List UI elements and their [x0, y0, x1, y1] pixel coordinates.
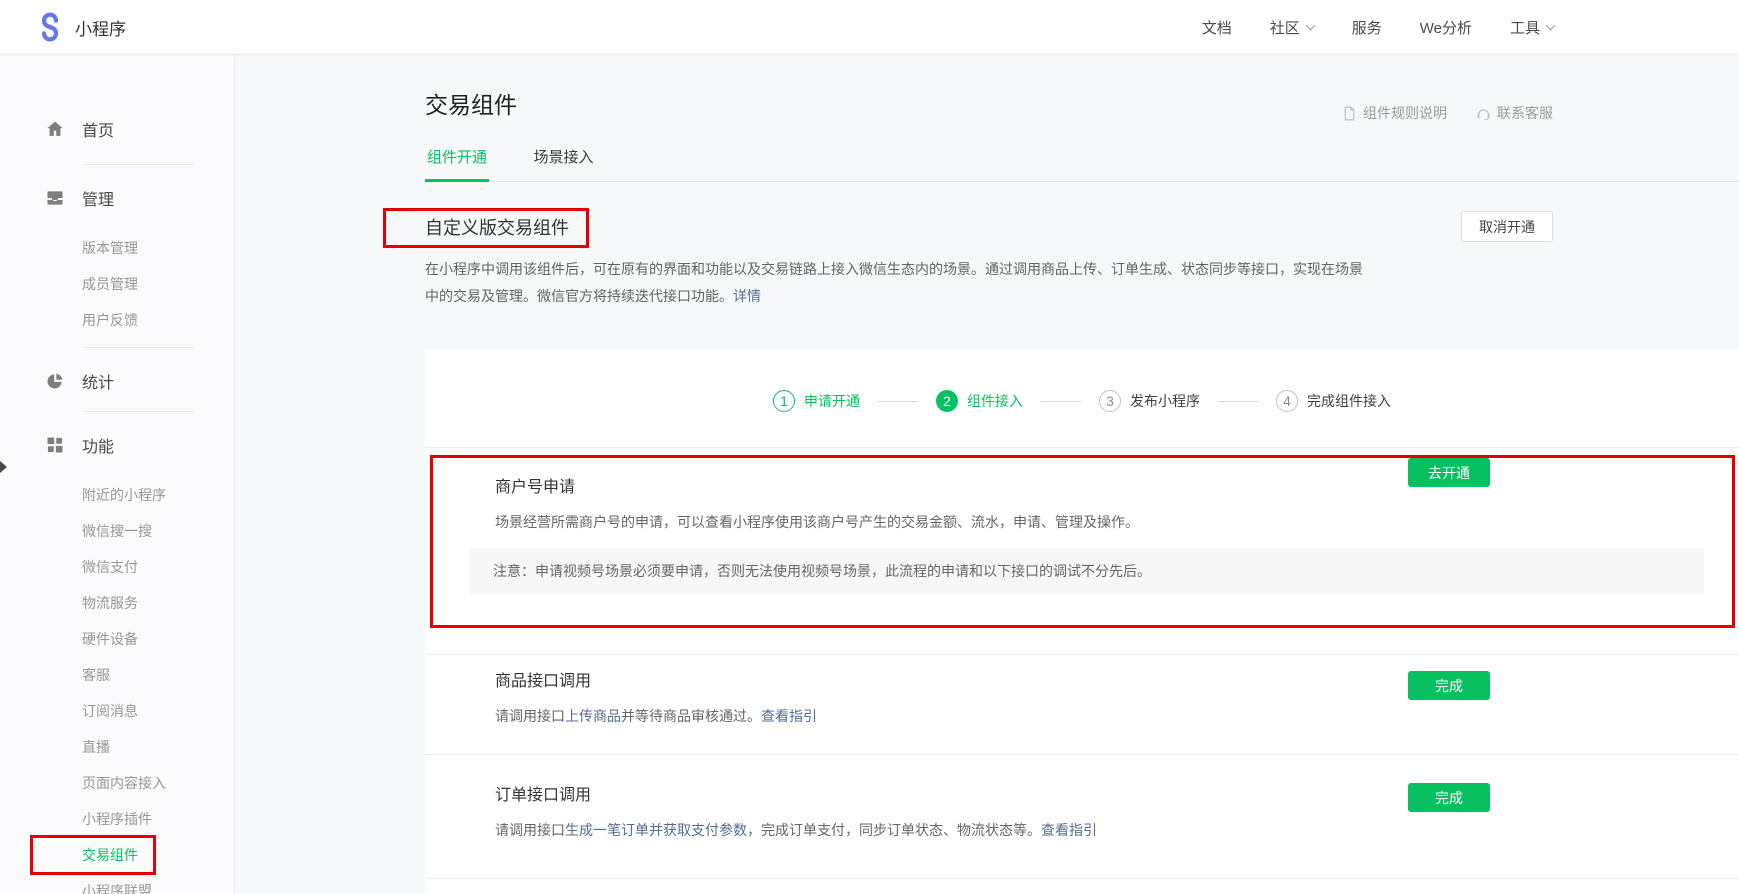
sidebar-item-page-content-access[interactable]: 页面内容接入 [0, 765, 234, 801]
order-api-title: 订单接口调用 [495, 785, 1739, 807]
annotation-box-title: 自定义版交易组件 [383, 208, 589, 248]
sidebar-item-subscribe-messages[interactable]: 订阅消息 [0, 693, 234, 729]
sidebar-item-miniprogram-alliance[interactable]: 小程序联盟 [0, 873, 234, 894]
brand[interactable]: 小程序 [35, 12, 126, 42]
step-2-circle: 2 [936, 390, 958, 412]
activate-merchant-button[interactable]: 去开通 [1408, 458, 1490, 487]
sidebar-collapse-arrow-icon[interactable] [0, 461, 7, 473]
miniprogram-logo-icon [35, 12, 65, 42]
sidebar-item-transaction-component[interactable]: 交易组件 [82, 846, 138, 864]
view-guide-link[interactable]: 查看指引 [1041, 822, 1097, 838]
contact-support-link[interactable]: 联系客服 [1475, 103, 1553, 123]
intro-description: 在小程序中调用该组件后，可在原有的界面和功能以及交易链路上接入微信生态内的场景。… [425, 256, 1373, 310]
product-api-description: 请调用接口上传商品并等待商品审核通过。查看指引 [495, 706, 1739, 726]
sidebar-item-features[interactable]: 功能 [0, 425, 234, 465]
headset-icon [1475, 105, 1492, 122]
step-component-access: 2 组件接入 [936, 390, 1023, 412]
tray-icon [45, 188, 65, 208]
nav-docs[interactable]: 文档 [1202, 17, 1232, 38]
stepper: 1 申请开通 2 组件接入 3 发布小程序 4 [425, 350, 1739, 447]
sidebar-item-version-management[interactable]: 版本管理 [0, 230, 234, 266]
home-icon [45, 119, 65, 139]
sidebar-item-logistics-service[interactable]: 物流服务 [0, 585, 234, 621]
nav-services[interactable]: 服务 [1352, 17, 1382, 38]
sidebar-item-nearby-miniprograms[interactable]: 附近的小程序 [0, 477, 234, 513]
app-window: 小程序 文档 社区 服务 We分析 工具 首页 管理 版 [0, 0, 1739, 894]
top-header: 小程序 文档 社区 服务 We分析 工具 [0, 0, 1739, 55]
nav-tools[interactable]: 工具 [1510, 17, 1554, 38]
sidebar-item-manage[interactable]: 管理 [0, 178, 234, 218]
notice-box: 注意：申请视频号场景必须要申请，否则无法使用视频号场景，此流程的申请和以下接口的… [469, 548, 1704, 594]
pie-chart-icon [45, 371, 65, 391]
tab-component-activation[interactable]: 组件开通 [425, 146, 489, 182]
merchant-application-section: 商户号申请 场景经营所需商户号的申请，可以查看小程序使用该商户号产生的交易金额、… [433, 458, 1732, 625]
chevron-down-icon [1546, 21, 1556, 31]
document-icon [1341, 105, 1358, 122]
nav-we-analytics[interactable]: We分析 [1420, 17, 1472, 38]
step-1-circle: 1 [773, 390, 795, 412]
step-apply: 1 申请开通 [773, 390, 860, 412]
cancel-activation-button[interactable]: 取消开通 [1461, 211, 1553, 242]
sidebar-item-wechat-search[interactable]: 微信搜一搜 [0, 513, 234, 549]
nav-community[interactable]: 社区 [1270, 17, 1314, 38]
detail-link[interactable]: 详情 [733, 288, 761, 304]
view-guide-link[interactable]: 查看指引 [761, 708, 817, 724]
sidebar-item-home[interactable]: 首页 [0, 109, 234, 149]
divider [82, 411, 194, 412]
merchant-section-title: 商户号申请 [495, 477, 1732, 499]
step-connector [878, 401, 918, 402]
divider [425, 878, 1739, 879]
page-actions: 组件规则说明 联系客服 [1341, 103, 1553, 123]
main-content: 交易组件 组件规则说明 联系客服 [235, 55, 1739, 894]
sidebar-item-customer-service[interactable]: 客服 [0, 657, 234, 693]
sidebar-item-member-management[interactable]: 成员管理 [0, 266, 234, 302]
annotation-box-merchant-section: 商户号申请 场景经营所需商户号的申请，可以查看小程序使用该商户号产生的交易金额、… [430, 455, 1735, 628]
sidebar: 首页 管理 版本管理 成员管理 用户反馈 统计 [0, 55, 235, 894]
step-4-circle: 4 [1276, 390, 1298, 412]
upload-product-link[interactable]: 上传商品 [565, 708, 621, 724]
grid-icon [45, 435, 65, 455]
divider [82, 347, 194, 348]
product-api-title: 商品接口调用 [495, 671, 1739, 693]
brand-title: 小程序 [75, 15, 126, 40]
top-nav: 文档 社区 服务 We分析 工具 [1202, 17, 1554, 38]
divider [82, 164, 194, 165]
order-done-button[interactable]: 完成 [1408, 783, 1490, 812]
tab-bar: 组件开通 场景接入 [425, 146, 1739, 182]
step-publish: 3 发布小程序 [1099, 390, 1200, 412]
order-api-section: 订单接口调用 请调用接口生成一笔订单并获取支付参数，完成订单支付，同步订单状态、… [425, 755, 1739, 878]
product-api-section: 商品接口调用 请调用接口上传商品并等待商品审核通过。查看指引 完成 [425, 655, 1739, 754]
sidebar-item-live-streaming[interactable]: 直播 [0, 729, 234, 765]
sidebar-item-statistics[interactable]: 统计 [0, 361, 234, 401]
step-connector [1041, 401, 1081, 402]
component-edition-title: 自定义版交易组件 [425, 215, 569, 241]
sidebar-item-user-feedback[interactable]: 用户反馈 [0, 302, 234, 338]
sidebar-item-miniprogram-plugins[interactable]: 小程序插件 [0, 801, 234, 837]
divider [425, 447, 1739, 448]
chevron-down-icon [1305, 21, 1315, 31]
step-3-circle: 3 [1099, 390, 1121, 412]
intro-section: 自定义版交易组件 取消开通 在小程序中调用该组件后，可在原有的界面和功能以及交易… [425, 208, 1739, 310]
step-connector [1218, 401, 1258, 402]
order-api-description: 请调用接口生成一笔订单并获取支付参数，完成订单支付，同步订单状态、物流状态等。查… [495, 820, 1739, 840]
merchant-section-description: 场景经营所需商户号的申请，可以查看小程序使用该商户号产生的交易金额、流水，申请、… [495, 512, 1732, 532]
step-complete: 4 完成组件接入 [1276, 390, 1391, 412]
page-head: 交易组件 组件规则说明 联系客服 [425, 55, 1739, 119]
tab-scene-access[interactable]: 场景接入 [531, 146, 595, 179]
component-rules-link[interactable]: 组件规则说明 [1341, 103, 1447, 123]
create-order-link[interactable]: 生成一笔订单并获取支付参数 [565, 822, 747, 838]
product-done-button[interactable]: 完成 [1408, 671, 1490, 700]
annotation-box-sidebar-transaction-component: 交易组件 [30, 835, 156, 875]
sidebar-item-hardware-devices[interactable]: 硬件设备 [0, 621, 234, 657]
process-card: 1 申请开通 2 组件接入 3 发布小程序 4 [425, 350, 1739, 894]
sidebar-item-wechat-pay[interactable]: 微信支付 [0, 549, 234, 585]
